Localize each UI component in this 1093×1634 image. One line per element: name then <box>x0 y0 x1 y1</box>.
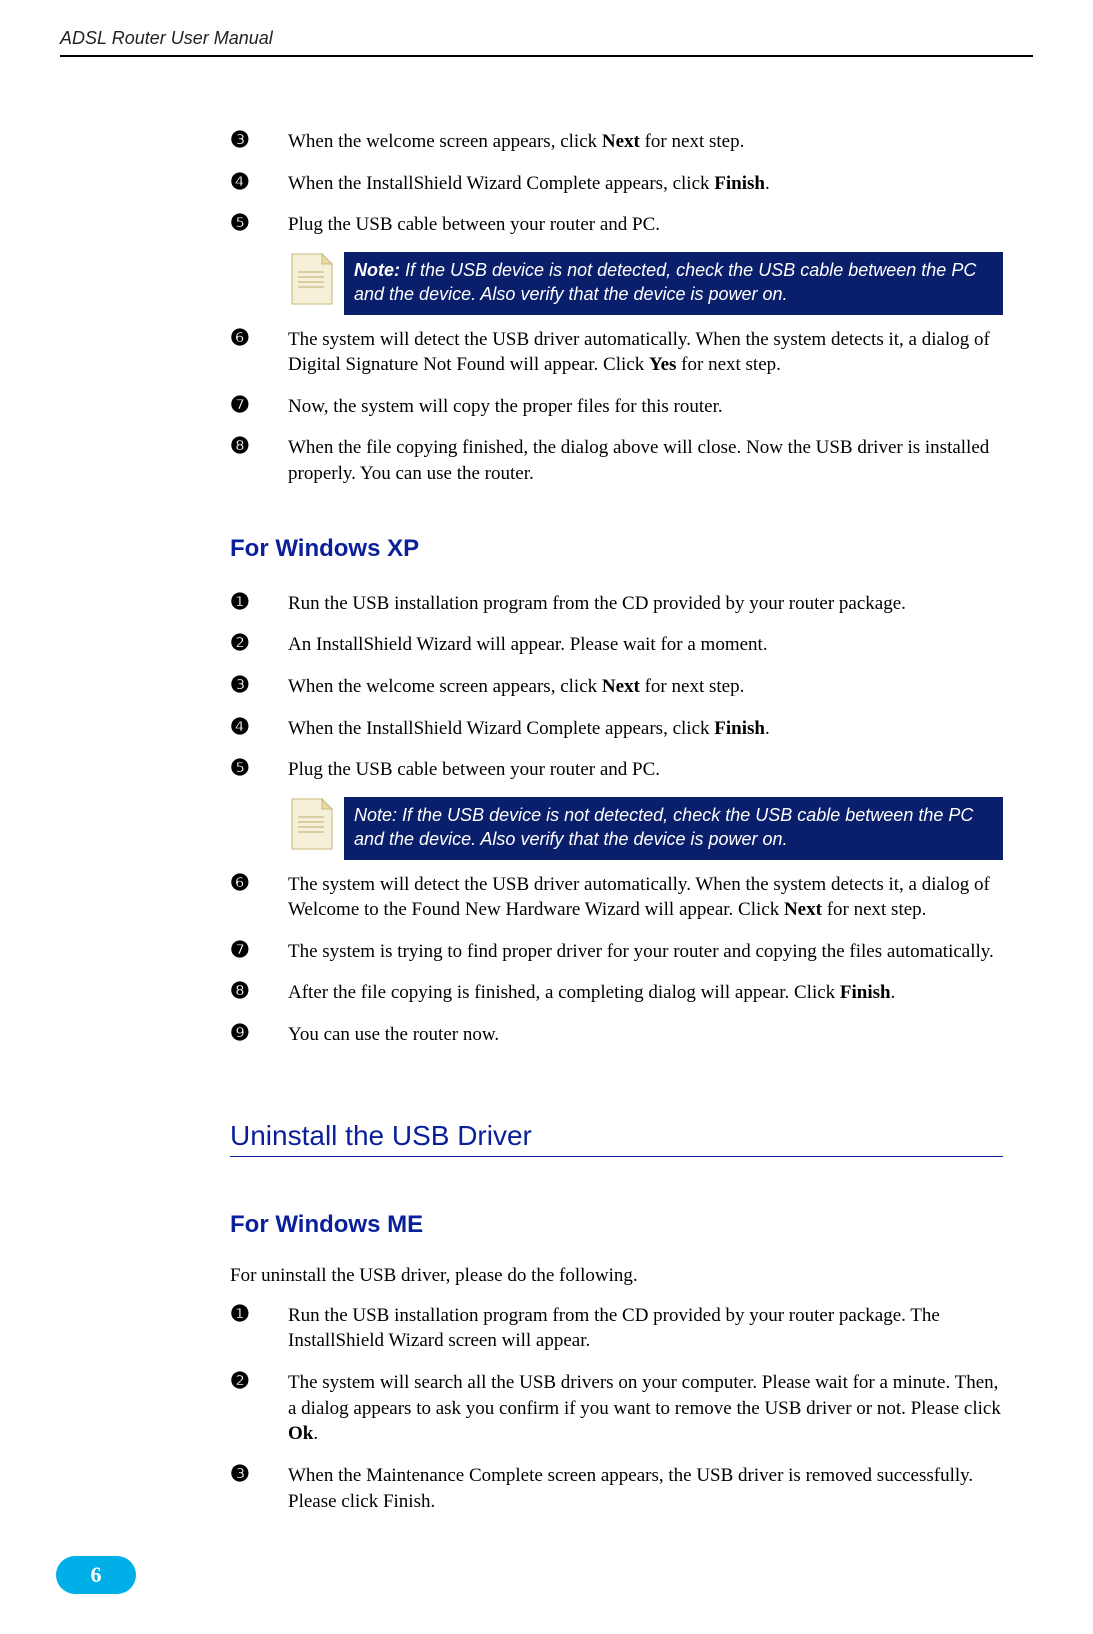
step-item: ❻The system will detect the USB driver a… <box>230 325 1003 378</box>
step-number-icon: ❼ <box>230 392 288 418</box>
step-number-icon: ❸ <box>230 127 288 153</box>
note-label: Note: <box>354 805 397 825</box>
section-1-steps: ❸When the welcome screen appears, click … <box>230 127 1003 238</box>
step-number-icon: ❻ <box>230 325 288 351</box>
step-number-icon: ❺ <box>230 755 288 781</box>
note-paper-icon <box>288 797 334 847</box>
step-number-icon: ❹ <box>230 714 288 740</box>
step-item: ❼Now, the system will copy the proper fi… <box>230 392 1003 420</box>
step-item: ❷The system will search all the USB driv… <box>230 1368 1003 1447</box>
step-number-icon: ❽ <box>230 978 288 1004</box>
uninstall-intro: For uninstall the USB driver, please do … <box>230 1265 1003 1287</box>
step-text: The system will detect the USB driver au… <box>288 325 1003 378</box>
step-text: When the welcome screen appears, click N… <box>288 127 1003 155</box>
note-paper-icon <box>288 252 334 302</box>
step-text: Now, the system will copy the proper fil… <box>288 392 1003 420</box>
step-number-icon: ❾ <box>230 1020 288 1046</box>
step-text: Run the USB installation program from th… <box>288 1301 1003 1354</box>
step-item: ❹When the InstallShield Wizard Complete … <box>230 714 1003 742</box>
step-text: An InstallShield Wizard will appear. Ple… <box>288 630 1003 658</box>
header-title: ADSL Router User Manual <box>60 28 273 48</box>
page-content: ❸When the welcome screen appears, click … <box>0 57 1093 1514</box>
heading-windows-me: For Windows ME <box>230 1211 1003 1239</box>
section-2-steps: ❶Run the USB installation program from t… <box>230 589 1003 783</box>
step-text: The system is trying to find proper driv… <box>288 937 1003 965</box>
step-number-icon: ❶ <box>230 1301 288 1327</box>
note-text-1: Note: If the USB device is not detected,… <box>344 252 1003 315</box>
step-item: ❸When the welcome screen appears, click … <box>230 127 1003 155</box>
step-text: When the file copying finished, the dial… <box>288 433 1003 486</box>
step-item: ❺Plug the USB cable between your router … <box>230 755 1003 783</box>
step-number-icon: ❸ <box>230 672 288 698</box>
section-2-steps-after: ❻The system will detect the USB driver a… <box>230 870 1003 1048</box>
step-text: When the Maintenance Complete screen app… <box>288 1461 1003 1514</box>
note-label: Note: <box>354 260 400 280</box>
step-text: You can use the router now. <box>288 1020 1003 1048</box>
note-text-2: Note: If the USB device is not detected,… <box>344 797 1003 860</box>
step-text: Run the USB installation program from th… <box>288 589 1003 617</box>
step-text: The system will detect the USB driver au… <box>288 870 1003 923</box>
step-number-icon: ❹ <box>230 169 288 195</box>
step-number-icon: ❷ <box>230 630 288 656</box>
step-text: Plug the USB cable between your router a… <box>288 210 1003 238</box>
step-number-icon: ❶ <box>230 589 288 615</box>
note-body: If the USB device is not detected, check… <box>354 260 976 304</box>
page-header: ADSL Router User Manual <box>60 0 1033 57</box>
step-text: When the welcome screen appears, click N… <box>288 672 1003 700</box>
step-item: ❸When the welcome screen appears, click … <box>230 672 1003 700</box>
step-item: ❺Plug the USB cable between your router … <box>230 210 1003 238</box>
heading-windows-xp: For Windows XP <box>230 535 1003 563</box>
step-number-icon: ❼ <box>230 937 288 963</box>
section-1-steps-after: ❻The system will detect the USB driver a… <box>230 325 1003 487</box>
heading-uninstall: Uninstall the USB Driver <box>230 1120 1003 1157</box>
step-item: ❽When the file copying finished, the dia… <box>230 433 1003 486</box>
step-item: ❻The system will detect the USB driver a… <box>230 870 1003 923</box>
page-number-badge: 6 <box>56 1556 136 1594</box>
step-number-icon: ❻ <box>230 870 288 896</box>
step-item: ❸When the Maintenance Complete screen ap… <box>230 1461 1003 1514</box>
step-number-icon: ❺ <box>230 210 288 236</box>
step-text: When the InstallShield Wizard Complete a… <box>288 714 1003 742</box>
step-text: After the file copying is finished, a co… <box>288 978 1003 1006</box>
step-item: ❶Run the USB installation program from t… <box>230 589 1003 617</box>
step-text: When the InstallShield Wizard Complete a… <box>288 169 1003 197</box>
note-body: If the USB device is not detected, check… <box>354 805 973 849</box>
step-item: ❾You can use the router now. <box>230 1020 1003 1048</box>
section-3-steps: ❶Run the USB installation program from t… <box>230 1301 1003 1514</box>
step-number-icon: ❸ <box>230 1461 288 1487</box>
step-number-icon: ❽ <box>230 433 288 459</box>
step-item: ❶Run the USB installation program from t… <box>230 1301 1003 1354</box>
step-item: ❼The system is trying to find proper dri… <box>230 937 1003 965</box>
step-item: ❷An InstallShield Wizard will appear. Pl… <box>230 630 1003 658</box>
step-text: Plug the USB cable between your router a… <box>288 755 1003 783</box>
step-item: ❽After the file copying is finished, a c… <box>230 978 1003 1006</box>
step-text: The system will search all the USB drive… <box>288 1368 1003 1447</box>
note-block-2: Note: If the USB device is not detected,… <box>288 797 1003 860</box>
page-number: 6 <box>91 1562 102 1588</box>
note-block-1: Note: If the USB device is not detected,… <box>288 252 1003 315</box>
step-number-icon: ❷ <box>230 1368 288 1394</box>
step-item: ❹When the InstallShield Wizard Complete … <box>230 169 1003 197</box>
